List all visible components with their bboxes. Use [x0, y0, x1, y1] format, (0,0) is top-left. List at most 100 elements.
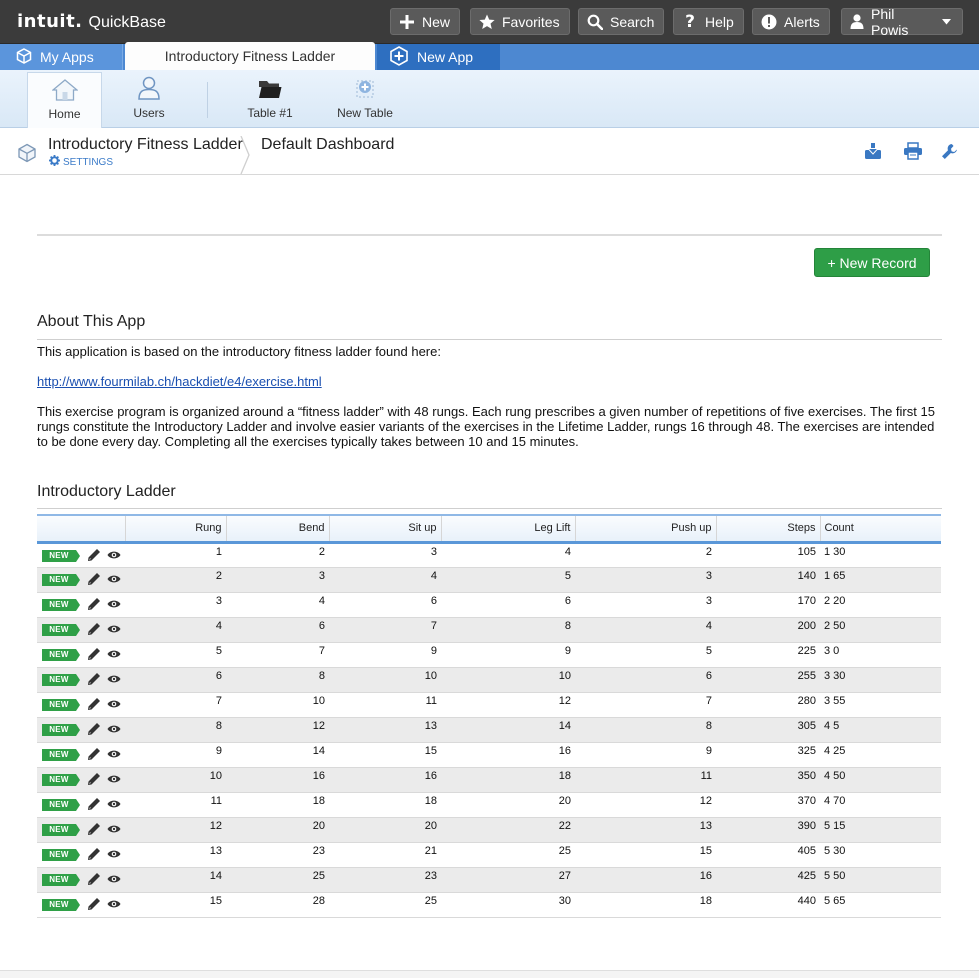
breadcrumb-app-name[interactable]: Introductory Fitness Ladder [48, 136, 243, 154]
source-link[interactable]: http://www.fourmilab.ch/hackdiet/e4/exer… [37, 374, 322, 389]
column-header-rung[interactable]: Rung [125, 514, 227, 544]
rung-cell: 9 [125, 742, 226, 768]
pencil-icon[interactable] [87, 722, 101, 739]
table-row[interactable]: NEW 14 25 23 27 16 425 5 50 [37, 867, 941, 893]
pencil-icon[interactable] [87, 672, 101, 689]
new-record-tag[interactable]: NEW [42, 899, 80, 911]
table-row[interactable]: NEW 4 6 7 8 4 200 2 50 [37, 617, 941, 643]
eye-icon[interactable] [107, 799, 121, 812]
table-row[interactable]: NEW 7 10 11 12 7 280 3 55 [37, 692, 941, 718]
eye-icon[interactable] [107, 899, 121, 912]
print-icon[interactable] [903, 142, 923, 165]
bend-cell: 20 [226, 817, 329, 843]
eye-icon[interactable] [107, 774, 121, 787]
eye-icon[interactable] [107, 674, 121, 687]
column-header-leg-lift[interactable]: Leg Lift [441, 514, 576, 544]
eye-icon[interactable] [107, 599, 121, 612]
steps-cell: 370 [716, 792, 820, 818]
leg-lift-cell: 9 [441, 642, 575, 668]
app-settings-link[interactable]: SETTINGS [49, 155, 113, 169]
pencil-icon[interactable] [87, 822, 101, 839]
sit-up-cell: 9 [329, 642, 441, 668]
pencil-icon[interactable] [87, 872, 101, 889]
eye-icon[interactable] [107, 849, 121, 862]
wrench-icon[interactable] [941, 143, 958, 165]
user-menu-button[interactable]: Phil Powis [841, 6, 963, 38]
table-row[interactable]: NEW 2 3 4 5 3 140 1 65 [37, 567, 941, 593]
tab-my-apps[interactable]: My Apps [0, 44, 123, 70]
tab-current-app[interactable]: Introductory Fitness Ladder [125, 42, 375, 70]
table-row[interactable]: NEW 8 12 13 14 8 305 4 5 [37, 717, 941, 743]
eye-icon[interactable] [107, 649, 121, 662]
download-icon[interactable] [864, 142, 882, 165]
pencil-icon[interactable] [87, 772, 101, 789]
column-header-sit-up[interactable]: Sit up [329, 514, 442, 544]
new-record-tag[interactable]: NEW [42, 874, 80, 886]
users-button[interactable]: Users [112, 70, 186, 128]
table-row[interactable]: NEW 6 8 10 10 6 255 3 30 [37, 667, 941, 693]
column-header-push-up[interactable]: Push up [575, 514, 717, 544]
new-record-tag[interactable]: NEW [42, 799, 80, 811]
eye-icon[interactable] [107, 749, 121, 762]
pencil-icon[interactable] [87, 747, 101, 764]
table-row[interactable]: NEW 13 23 21 25 15 405 5 30 [37, 842, 941, 868]
table-row[interactable]: NEW 1 2 3 4 2 105 1 30 [37, 542, 941, 568]
new-button[interactable]: New [390, 8, 461, 35]
new-record-tag[interactable]: NEW [42, 674, 80, 686]
eye-icon[interactable] [107, 624, 121, 637]
new-record-tag[interactable]: NEW [42, 550, 80, 562]
new-record-tag[interactable]: NEW [42, 849, 80, 861]
pencil-icon[interactable] [87, 622, 101, 639]
pencil-icon[interactable] [87, 697, 101, 714]
pencil-icon[interactable] [87, 597, 101, 614]
eye-icon[interactable] [107, 724, 121, 737]
favorites-button[interactable]: Favorites [470, 8, 570, 35]
new-record-tag[interactable]: NEW [42, 649, 80, 661]
alerts-button[interactable]: Alerts [752, 8, 830, 35]
new-record-tag[interactable]: NEW [42, 599, 80, 611]
table-row[interactable]: NEW 10 16 16 18 11 350 4 50 [37, 767, 941, 793]
table-row[interactable]: NEW 9 14 15 16 9 325 4 25 [37, 742, 941, 768]
bend-cell: 23 [226, 842, 329, 868]
eye-icon[interactable] [107, 874, 121, 887]
eye-icon[interactable] [107, 550, 121, 563]
new-record-tag[interactable]: NEW [42, 824, 80, 836]
table-row[interactable]: NEW 3 4 6 6 3 170 2 20 [37, 592, 941, 618]
table-1-button[interactable]: Table #1 [233, 70, 307, 128]
tab-new-app[interactable]: New App [377, 44, 500, 70]
steps-cell: 305 [716, 717, 820, 743]
home-button[interactable]: Home [27, 72, 102, 129]
new-record-tag[interactable]: NEW [42, 774, 80, 786]
table-row[interactable]: NEW 15 28 25 30 18 440 5 65 [37, 892, 941, 918]
table-row[interactable]: NEW 11 18 18 20 12 370 4 70 [37, 792, 941, 818]
pencil-icon[interactable] [87, 647, 101, 664]
new-record-tag[interactable]: NEW [42, 699, 80, 711]
leg-lift-cell: 22 [441, 817, 575, 843]
pencil-icon[interactable] [87, 797, 101, 814]
pencil-icon[interactable] [87, 548, 101, 565]
column-header-count[interactable]: Count [820, 514, 941, 544]
new-record-tag[interactable]: NEW [42, 724, 80, 736]
leg-lift-cell: 10 [441, 667, 575, 693]
table-row[interactable]: NEW 12 20 20 22 13 390 5 15 [37, 817, 941, 843]
new-record-tag[interactable]: NEW [42, 624, 80, 636]
eye-icon[interactable] [107, 574, 121, 587]
column-header-steps[interactable]: Steps [716, 514, 821, 544]
pencil-icon[interactable] [87, 572, 101, 589]
bend-cell: 12 [226, 717, 329, 743]
search-button[interactable]: Search [578, 8, 665, 35]
new-table-button[interactable]: New Table [328, 70, 402, 128]
help-button[interactable]: ? Help [673, 8, 744, 35]
eye-icon[interactable] [107, 699, 121, 712]
new-record-button[interactable]: + New Record [814, 248, 930, 277]
new-record-tag[interactable]: NEW [42, 749, 80, 761]
table-row[interactable]: NEW 5 7 9 9 5 225 3 0 [37, 642, 941, 668]
pencil-icon[interactable] [87, 847, 101, 864]
brand[interactable]: intuit. QuickBase [17, 11, 166, 33]
new-record-tag[interactable]: NEW [42, 574, 80, 586]
eye-icon[interactable] [107, 824, 121, 837]
bend-cell: 16 [226, 767, 329, 793]
bend-cell: 25 [226, 867, 329, 893]
pencil-icon[interactable] [87, 897, 101, 914]
column-header-bend[interactable]: Bend [226, 514, 330, 544]
